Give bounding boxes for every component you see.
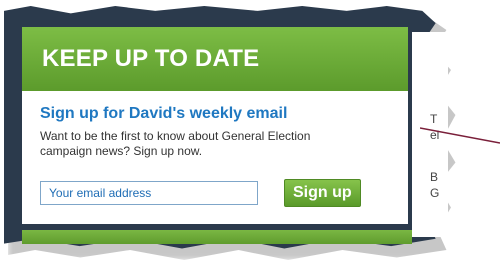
signup-headline: Sign up for David's weekly email	[40, 105, 288, 122]
signup-header: KEEP UP TO DATE	[22, 27, 408, 91]
bottom-green-strip	[22, 230, 412, 244]
annotation-pointer-line	[420, 127, 500, 144]
peek-text-4: G	[430, 186, 440, 200]
email-input[interactable]	[40, 181, 258, 205]
peek-text-3: B	[430, 170, 439, 184]
signup-description: Want to be the first to know about Gener…	[40, 129, 311, 158]
screenshot-stage: T el B G KEEP UP TO DATE Sign up for Dav…	[0, 0, 500, 263]
newsletter-signup-box: KEEP UP TO DATE Sign up for David's week…	[22, 27, 408, 224]
signup-title: KEEP UP TO DATE	[42, 45, 260, 72]
signup-body: Sign up for David's weekly email Want to…	[22, 91, 408, 159]
signup-form: Sign up	[40, 179, 361, 207]
sign-up-button[interactable]: Sign up	[284, 179, 361, 207]
